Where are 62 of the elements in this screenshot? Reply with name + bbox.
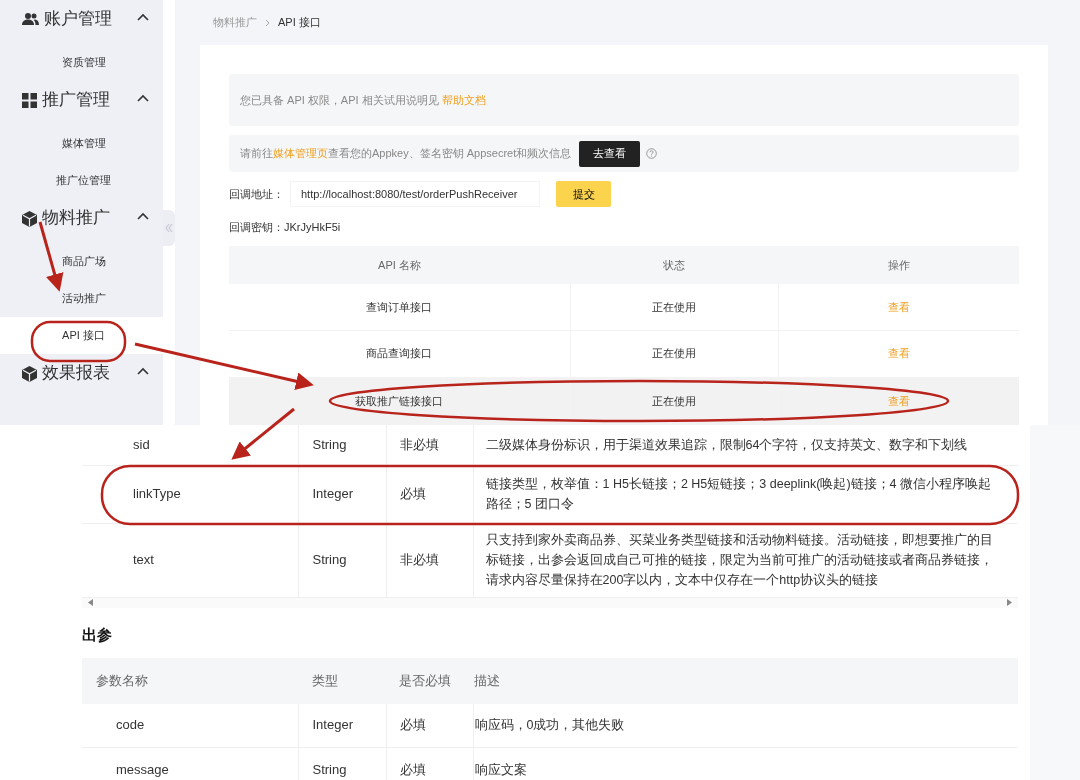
section-heading: 出参	[82, 624, 113, 645]
table-cell: 只支持到家外卖商品券、买菜业务类型链接和活动物料链接。活动链接，即想要推广的目标链接，出参会返回成自己可推的链接，限定为当前可推广的活动链接或者商品券链接，请求内容尽量保持在200字以内，文本中仅存在一个http协议头的链接	[473, 523, 1018, 597]
menu-item[interactable]: 推广位管理	[0, 162, 163, 199]
help-icon	[646, 148, 658, 159]
scroll-left-icon[interactable]	[88, 599, 93, 606]
menu-group-header[interactable]: 账户管理	[0, 0, 163, 44]
table-cell: 正在使用	[570, 284, 778, 330]
table-cell: String	[298, 425, 386, 465]
table-cell: Integer	[298, 703, 386, 748]
view-button[interactable]: 去查看	[579, 140, 641, 167]
callback-secret-text: 回调密钥：JKrJyHkF5i	[229, 220, 342, 235]
breadcrumb-separator-icon	[265, 18, 270, 27]
column-header: 类型	[298, 657, 386, 704]
table-cell: 必填	[386, 465, 473, 523]
table-cell: sid	[82, 425, 298, 465]
menu-item[interactable]: 媒体管理	[0, 125, 163, 162]
table-cell: Integer	[298, 465, 386, 523]
column-header: 是否必填	[386, 657, 473, 704]
cube-icon	[22, 366, 37, 382]
table-cell: 响应码，0成功，其他失败	[473, 703, 1018, 748]
menu-item[interactable]: 活动推广	[0, 280, 163, 317]
double-chevron-icon	[165, 223, 173, 233]
table-cell: 二级媒体身份标识，用于渠道效果追踪，限制64个字符，仅支持英文、数字和下划线	[473, 425, 1018, 465]
menu-item[interactable]: 资质管理	[0, 44, 163, 81]
table-cell: 查询订单接口	[229, 284, 570, 330]
menu-group-header[interactable]: 推广管理	[0, 81, 163, 125]
column-header: 参数名称	[82, 657, 298, 704]
table-cell: 必填	[386, 703, 473, 748]
table-cell: 非必填	[386, 425, 473, 465]
horizontal-scrollbar[interactable]	[82, 597, 1018, 608]
column-header: 状态	[570, 246, 778, 284]
cube-icon	[22, 211, 37, 227]
table-cell: String	[298, 747, 386, 780]
table-cell: linkType	[82, 465, 298, 523]
menu-item[interactable]: 商品广场	[0, 243, 163, 280]
scroll-right-icon[interactable]	[1007, 599, 1012, 606]
field-label: 回调地址：	[229, 186, 285, 202]
table-cell: 商品查询接口	[229, 330, 570, 377]
breadcrumb-current: API 接口	[278, 15, 321, 31]
table-cell: message	[82, 747, 298, 780]
collapse-handle[interactable]	[163, 210, 175, 246]
table-cell: 链接类型，枚举值：1 H5长链接；2 H5短链接；3 deeplink(唤起)链接；4 微信小程序唤起路径；5 团口令	[473, 465, 1018, 523]
grid-icon	[22, 93, 37, 108]
menu-group-header[interactable]: 效果报表	[0, 354, 163, 398]
submit-button[interactable]: 提交	[556, 181, 611, 207]
table-cell: 非必填	[386, 523, 473, 597]
annotation-arrow	[231, 407, 295, 460]
menu-item[interactable]: API 接口	[0, 317, 163, 354]
menu-group-header[interactable]: 物料推广	[0, 199, 163, 243]
column-header: 描述	[473, 657, 1018, 704]
notice-text: 您已具备 API 权限，API 相关试用说明见 帮助文档	[240, 92, 486, 108]
users-icon	[22, 12, 39, 26]
table-cell: 响应文案	[473, 747, 1018, 780]
callback-url-field[interactable]: http://localhost:8080/test/orderPushReceiver	[290, 181, 540, 207]
column-header: API 名称	[229, 246, 570, 284]
table-cell: 正在使用	[570, 330, 778, 377]
table-cell: text	[82, 523, 298, 597]
table-cell: code	[82, 703, 298, 748]
column-header: 操作	[778, 246, 1019, 284]
table-cell: String	[298, 523, 386, 597]
notice-text: 请前往媒体管理页查看您的Appkey、签名密钥 Appsecret和频次信息	[240, 146, 572, 162]
table-cell: 必填	[386, 747, 473, 780]
